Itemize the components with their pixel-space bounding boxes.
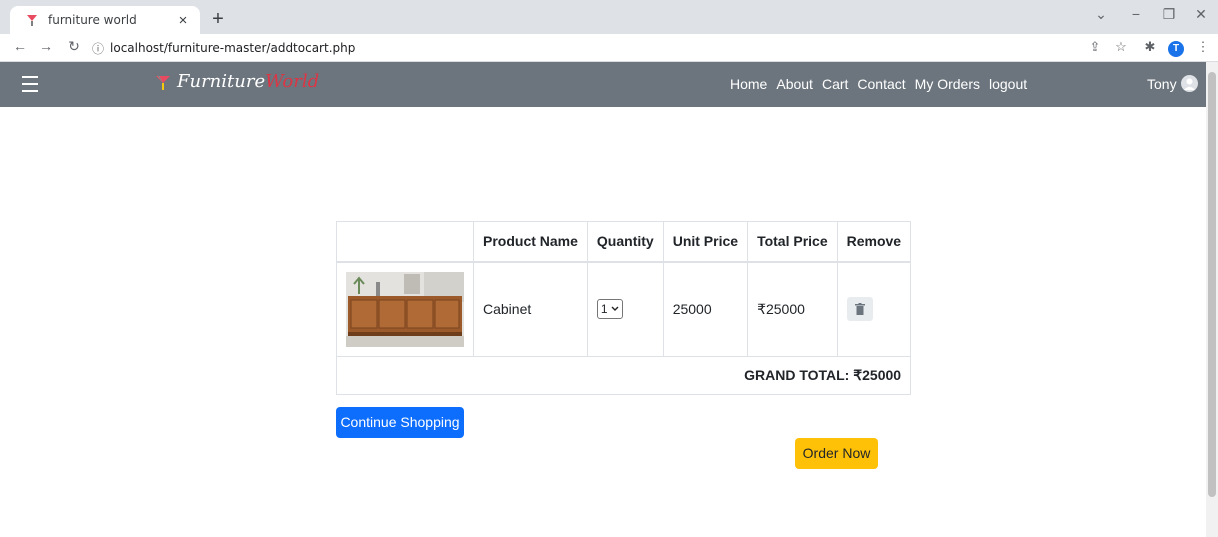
order-now-button[interactable]: Order Now — [795, 438, 878, 469]
unit-price-cell: 25000 — [662, 261, 749, 357]
site-navbar: Furniture World Home About Cart Contact … — [0, 62, 1218, 107]
address-bar[interactable]: ⓘ localhost/furniture-master/addtocart.p… — [92, 37, 1218, 59]
nav-my-orders[interactable]: My Orders — [915, 76, 980, 92]
nav-home[interactable]: Home — [730, 76, 767, 92]
nav-contact[interactable]: Contact — [857, 76, 905, 92]
header-remove: Remove — [836, 221, 912, 263]
forward-icon[interactable]: → — [36, 38, 56, 54]
back-icon[interactable]: ← — [10, 38, 30, 54]
header-product-name: Product Name — [473, 221, 588, 263]
user-menu[interactable]: Tony — [1147, 75, 1198, 92]
cart-table: Product Name Quantity Unit Price Total P… — [335, 221, 912, 395]
reload-icon[interactable]: ↻ — [64, 38, 84, 55]
quantity-cell: 1 — [586, 261, 664, 357]
product-image-cell — [336, 261, 474, 357]
grand-total-row: GRAND TOTAL: ₹25000 — [335, 356, 912, 395]
nav-cart[interactable]: Cart — [822, 76, 848, 92]
profile-avatar[interactable]: T — [1168, 41, 1184, 57]
url-text: localhost/furniture-master/addtocart.php — [110, 41, 356, 55]
brand-name-part1: Furniture — [177, 71, 266, 92]
lamp-logo-icon — [156, 75, 170, 90]
remove-cell — [836, 261, 912, 357]
close-window-icon[interactable]: ✕ — [1190, 6, 1212, 23]
total-price-cell: ₹25000 — [747, 261, 838, 357]
new-tab-button[interactable]: + — [207, 8, 229, 30]
hamburger-menu-icon[interactable] — [22, 76, 38, 92]
product-name-cell: Cabinet — [473, 261, 588, 357]
browser-toolbar: ← → ↻ ⓘ localhost/furniture-master/addto… — [0, 34, 1218, 62]
minimize-icon[interactable]: − — [1125, 6, 1147, 22]
header-quantity: Quantity — [586, 221, 664, 263]
quantity-select[interactable]: 1 — [596, 299, 623, 320]
browser-tabstrip: furniture world × + ⌄ − ❐ ✕ — [0, 0, 1218, 34]
share-icon[interactable]: ⇪ — [1086, 39, 1104, 55]
header-total-price: Total Price — [747, 221, 838, 263]
extensions-icon[interactable]: ✱ — [1141, 39, 1159, 55]
restore-icon[interactable]: ❐ — [1158, 6, 1180, 23]
brand-name-part2: World — [265, 71, 320, 92]
header-unit-price: Unit Price — [662, 221, 749, 263]
user-name: Tony — [1147, 75, 1177, 92]
brand-logo[interactable]: Furniture World — [153, 71, 319, 92]
main-nav: Home About Cart Contact My Orders logout — [730, 76, 1027, 92]
menu-icon[interactable]: ⋮ — [1194, 39, 1212, 55]
header-image — [336, 221, 474, 263]
trash-icon — [854, 303, 865, 316]
continue-shopping-button[interactable]: Continue Shopping — [336, 407, 464, 438]
chevron-down-icon — [611, 306, 619, 312]
info-icon[interactable]: ⓘ — [92, 40, 104, 57]
table-header-row: Product Name Quantity Unit Price Total P… — [336, 221, 912, 263]
tab-close-icon[interactable]: × — [174, 12, 192, 29]
grand-total: GRAND TOTAL: ₹25000 — [335, 356, 912, 395]
remove-item-button[interactable] — [846, 297, 873, 322]
page-scrollbar[interactable] — [1206, 62, 1218, 537]
star-icon[interactable]: ☆ — [1112, 39, 1130, 55]
browser-tab[interactable]: furniture world × — [10, 6, 200, 34]
scrollbar-thumb[interactable] — [1208, 72, 1216, 497]
tab-search-icon[interactable]: ⌄ — [1090, 6, 1112, 23]
nav-about[interactable]: About — [776, 76, 813, 92]
user-avatar-icon — [1180, 75, 1198, 92]
tab-title: furniture world — [48, 13, 137, 27]
furniture-favicon-icon — [24, 12, 40, 28]
cabinet-product-image — [346, 271, 464, 347]
quantity-value: 1 — [600, 302, 608, 317]
table-row: Cabinet 1 25000 ₹25000 — [336, 261, 912, 357]
nav-logout[interactable]: logout — [989, 76, 1027, 92]
